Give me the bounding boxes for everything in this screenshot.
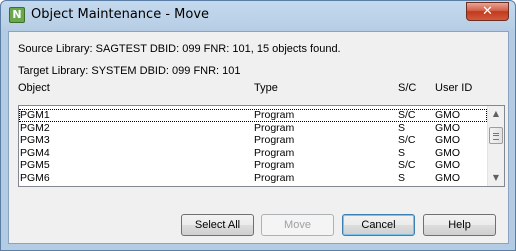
cell-user-id: GMO [435,159,461,172]
object-list-rows: PGM1 Program S/C GMO PGM2 Program S GMO … [19,109,487,185]
column-header-user-id: User ID [435,82,473,94]
close-icon: ✕ [482,4,493,19]
title-bar[interactable]: N Object Maintenance - Move ✕ [1,1,515,31]
cell-sc: S/C [398,109,416,121]
scroll-down-arrow-icon[interactable]: ▼ [488,170,504,186]
list-item[interactable]: PGM2 Program S GMO [19,122,487,135]
column-header-type: Type [254,82,278,94]
cell-user-id: GMO [435,171,461,184]
cell-object: PGM5 [20,159,50,172]
column-header-sc: S/C [398,82,417,94]
cell-user-id: GMO [435,121,461,134]
cell-sc: S [398,146,406,159]
natural-app-icon: N [9,7,25,23]
vertical-scrollbar[interactable]: ▲ ▼ [487,106,504,186]
list-item[interactable]: PGM1 Program S/C GMO [19,109,487,122]
select-all-button[interactable]: Select All [181,214,254,236]
cell-sc: S [398,171,406,184]
source-library-info: Source Library: SAGTEST DBID: 099 FNR: 1… [18,43,341,55]
cell-object: PGM1 [20,109,50,121]
cell-object: PGM3 [20,134,50,147]
column-header-object: Object [18,82,50,94]
cell-type: Program [254,171,295,184]
close-button[interactable]: ✕ [466,2,509,21]
window-title: Object Maintenance - Move [31,7,210,22]
cell-type: Program [254,159,295,172]
list-item[interactable]: PGM3 Program S/C GMO [19,134,487,147]
list-item[interactable]: PGM5 Program S/C GMO [19,159,487,172]
cell-user-id: GMO [435,109,461,121]
cell-sc: S/C [398,134,416,147]
help-button[interactable]: Help [423,214,496,236]
list-item[interactable]: PGM4 Program S GMO [19,147,487,160]
dialog-body: Source Library: SAGTEST DBID: 099 FNR: 1… [8,31,509,244]
cell-user-id: GMO [435,134,461,147]
cell-user-id: GMO [435,146,461,159]
list-item[interactable]: PGM6 Program S GMO [19,172,487,185]
cell-type: Program [254,146,295,159]
cell-type: Program [254,109,295,121]
cancel-button[interactable]: Cancel [342,214,415,236]
cell-object: PGM4 [20,146,50,159]
cell-sc: S/C [398,159,416,172]
scroll-up-arrow-icon[interactable]: ▲ [488,106,504,122]
cell-object: PGM6 [20,171,50,184]
cell-sc: S [398,121,406,134]
target-library-info: Target Library: SYSTEM DBID: 099 FNR: 10… [18,65,241,77]
move-button[interactable]: Move [261,214,334,236]
dialog-window: N Object Maintenance - Move ✕ Source Lib… [0,0,516,251]
cell-object: PGM2 [20,121,50,134]
object-list[interactable]: PGM1 Program S/C GMO PGM2 Program S GMO … [18,105,505,187]
cell-type: Program [254,121,295,134]
list-header: Object Type S/C User ID [18,82,498,96]
scrollbar-thumb[interactable] [489,127,503,144]
button-bar: Select All Move Cancel Help [9,214,508,236]
cell-type: Program [254,134,295,147]
